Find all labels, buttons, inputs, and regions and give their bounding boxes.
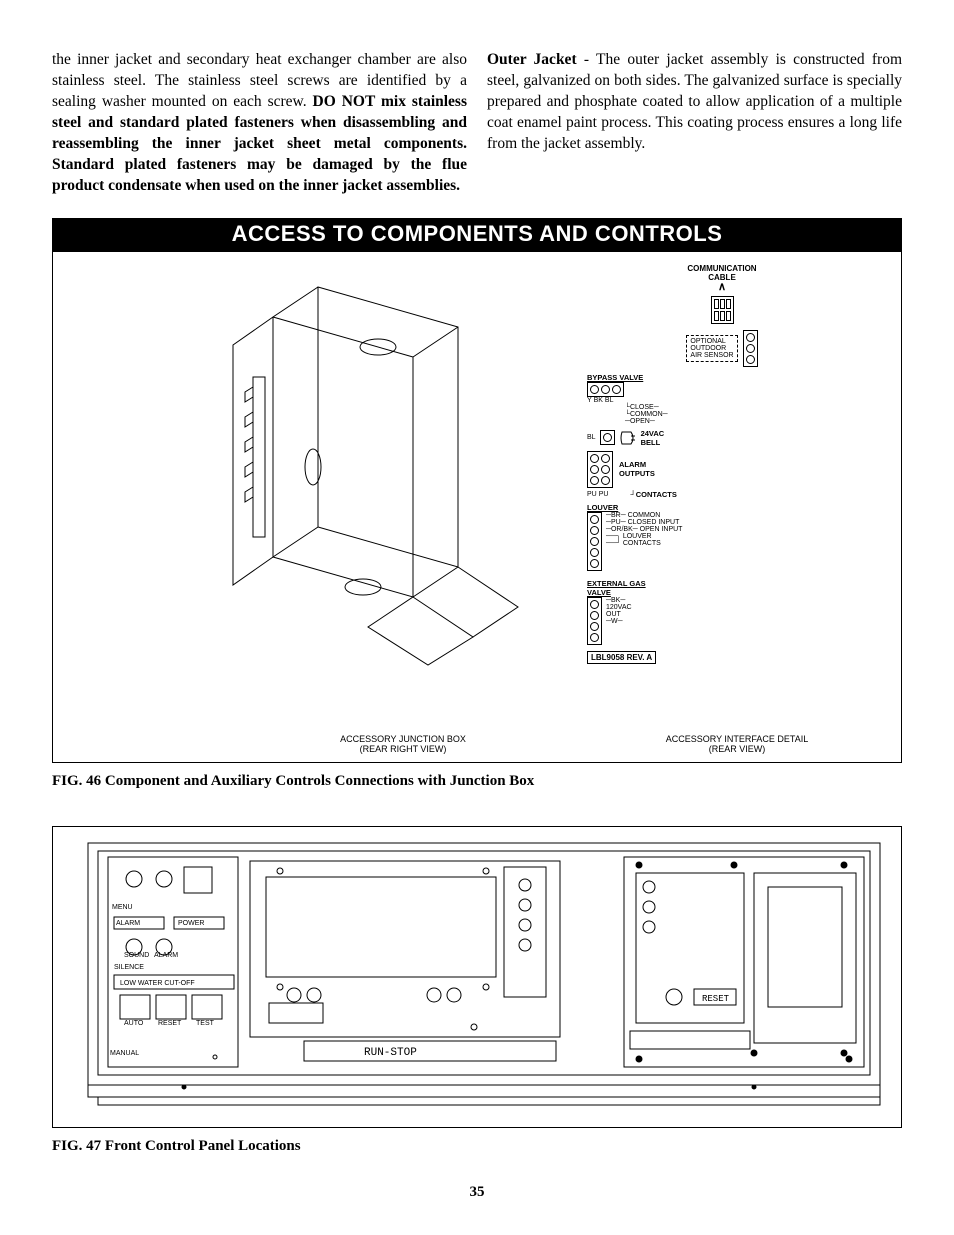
label-alarm: ALARMOUTPUTS [619,460,655,478]
label-lwco: LOW WATER CUT-OFF [120,980,195,987]
label-reset: RESET [702,994,730,1004]
label-menu: MENU [112,904,133,911]
extgas-row: ─BK─ 120VACOUT ─W─ [587,597,857,645]
figure-46-caption: FIG. 46 Component and Auxiliary Controls… [52,773,902,790]
label-bell: 24VACBELL [641,429,665,447]
body-columns: the inner jacket and secondary heat exch… [52,50,902,196]
interface-detail: COMMUNICATIONCABLE∧ OPTIONALOUTDOORAIR S… [583,258,861,736]
label-120vac: 120VACOUT [606,604,632,618]
label-louver-contacts: LOUVER──┘ CONTACTS [606,533,661,547]
bell-row: BL 24VACBELL [587,429,857,447]
left-column: the inner jacket and secondary heat exch… [52,50,467,196]
label-power: POWER [178,920,204,927]
figure-47-frame: ALARM POWER SOUND ALARM MENU SILENCE LOW… [52,826,902,1128]
section-heading: ACCESS TO COMPONENTS AND CONTROLS [52,218,902,251]
figure-46-frame: ACCESSORY JUNCTION BOX (REAR RIGHT VIEW)… [52,251,902,763]
front-panel-drawing: ALARM POWER SOUND ALARM MENU SILENCE LOW… [53,827,901,1127]
label-alarm2: ALARM [154,952,178,959]
label-manual: MANUAL [110,1050,139,1057]
page-number: 35 [0,1184,954,1201]
label-sound: SOUND [124,952,149,959]
alarm-row: ALARMOUTPUTS [587,451,857,488]
bypass-terms: └CLOSE─└COMMON──OPEN─ [625,404,857,425]
label-runstop: RUN-STOP [364,1047,417,1059]
label-revision: LBL9058 REV. A [587,651,656,664]
label-silence: SILENCE [114,964,144,971]
label-reset-sm: RESET [158,1020,182,1027]
label-contacts: CONTACTS [636,490,677,499]
label-comm-cable: COMMUNICATIONCABLE∧ [587,265,857,293]
label-auto: AUTO [124,1020,144,1027]
label-test: TEST [196,1020,215,1027]
comm-connector [587,296,857,324]
junction-box-isometric [153,267,553,727]
contacts-wires: PU PU [587,491,608,498]
fig46-sub-left: ACCESSORY JUNCTION BOX (REAR RIGHT VIEW) [303,734,503,754]
fig46-sub-right-l2: (REAR VIEW) [709,744,766,754]
bypass-row [587,382,857,397]
label-alarm: ALARM [116,920,140,927]
fig46-sub-left-l1: ACCESSORY JUNCTION BOX [340,734,466,744]
label-extgas: EXTERNAL GASVALVE [587,579,857,597]
louver-terms: ─BR─ COMMON ─PU─ CLOSED INPUT ─OR/BK─ OP… [606,512,682,571]
fig46-sub-right: ACCESSORY INTERFACE DETAIL (REAR VIEW) [637,734,837,754]
optional-sensor-row: OPTIONALOUTDOORAIR SENSOR [587,330,857,367]
figure-47-caption: FIG. 47 Front Control Panel Locations [52,1138,902,1155]
fig46-sub-left-l2: (REAR RIGHT VIEW) [360,744,447,754]
right-para-lead: Outer Jacket [487,51,577,68]
extgas-terms: ─BK─ 120VACOUT ─W─ [606,597,632,645]
document-page: the inner jacket and secondary heat exch… [0,0,954,1235]
label-louver: LOUVER [587,503,857,512]
label-bypass: BYPASS VALVE [587,373,857,382]
label-optional-sensor: OPTIONALOUTDOORAIR SENSOR [686,335,737,362]
contacts-row: PU PU ┘CONTACTS [587,490,857,499]
louver-row: ─BR─ COMMON ─PU─ CLOSED INPUT ─OR/BK─ OP… [587,512,857,571]
right-column: Outer Jacket - The outer jacket assembly… [487,50,902,196]
bell-icon [619,430,637,446]
bypass-wires: Y BK BL [587,397,857,404]
bell-wire: BL [587,434,596,441]
